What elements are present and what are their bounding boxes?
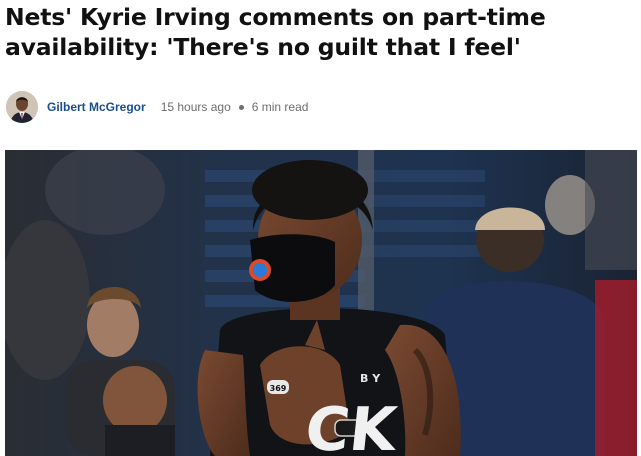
jersey-text-top: B Y (360, 372, 381, 385)
headline-line-2: availability: 'There's no guilt that I f… (5, 33, 521, 61)
jersey-letters: CK (302, 395, 402, 456)
author-avatar[interactable] (6, 91, 38, 123)
ring-text: 369 (270, 384, 287, 393)
read-time: 6 min read (251, 100, 309, 114)
author-link[interactable]: Gilbert McGregor (47, 100, 146, 114)
headline-line-1: Nets' Kyrie Irving comments on part-time (5, 3, 546, 31)
byline: Gilbert McGregor 15 hours ago 6 min read (6, 89, 308, 125)
publish-time: 15 hours ago (160, 100, 231, 114)
separator-dot (238, 104, 244, 110)
article-hero-image: 369 B Y CK (5, 150, 637, 456)
article-meta: 15 hours ago 6 min read (161, 100, 309, 114)
author-avatar-image (6, 91, 38, 123)
hero-photo-illustration: 369 B Y CK (5, 150, 637, 456)
article-headline: Nets' Kyrie Irving comments on part-time… (5, 2, 635, 62)
